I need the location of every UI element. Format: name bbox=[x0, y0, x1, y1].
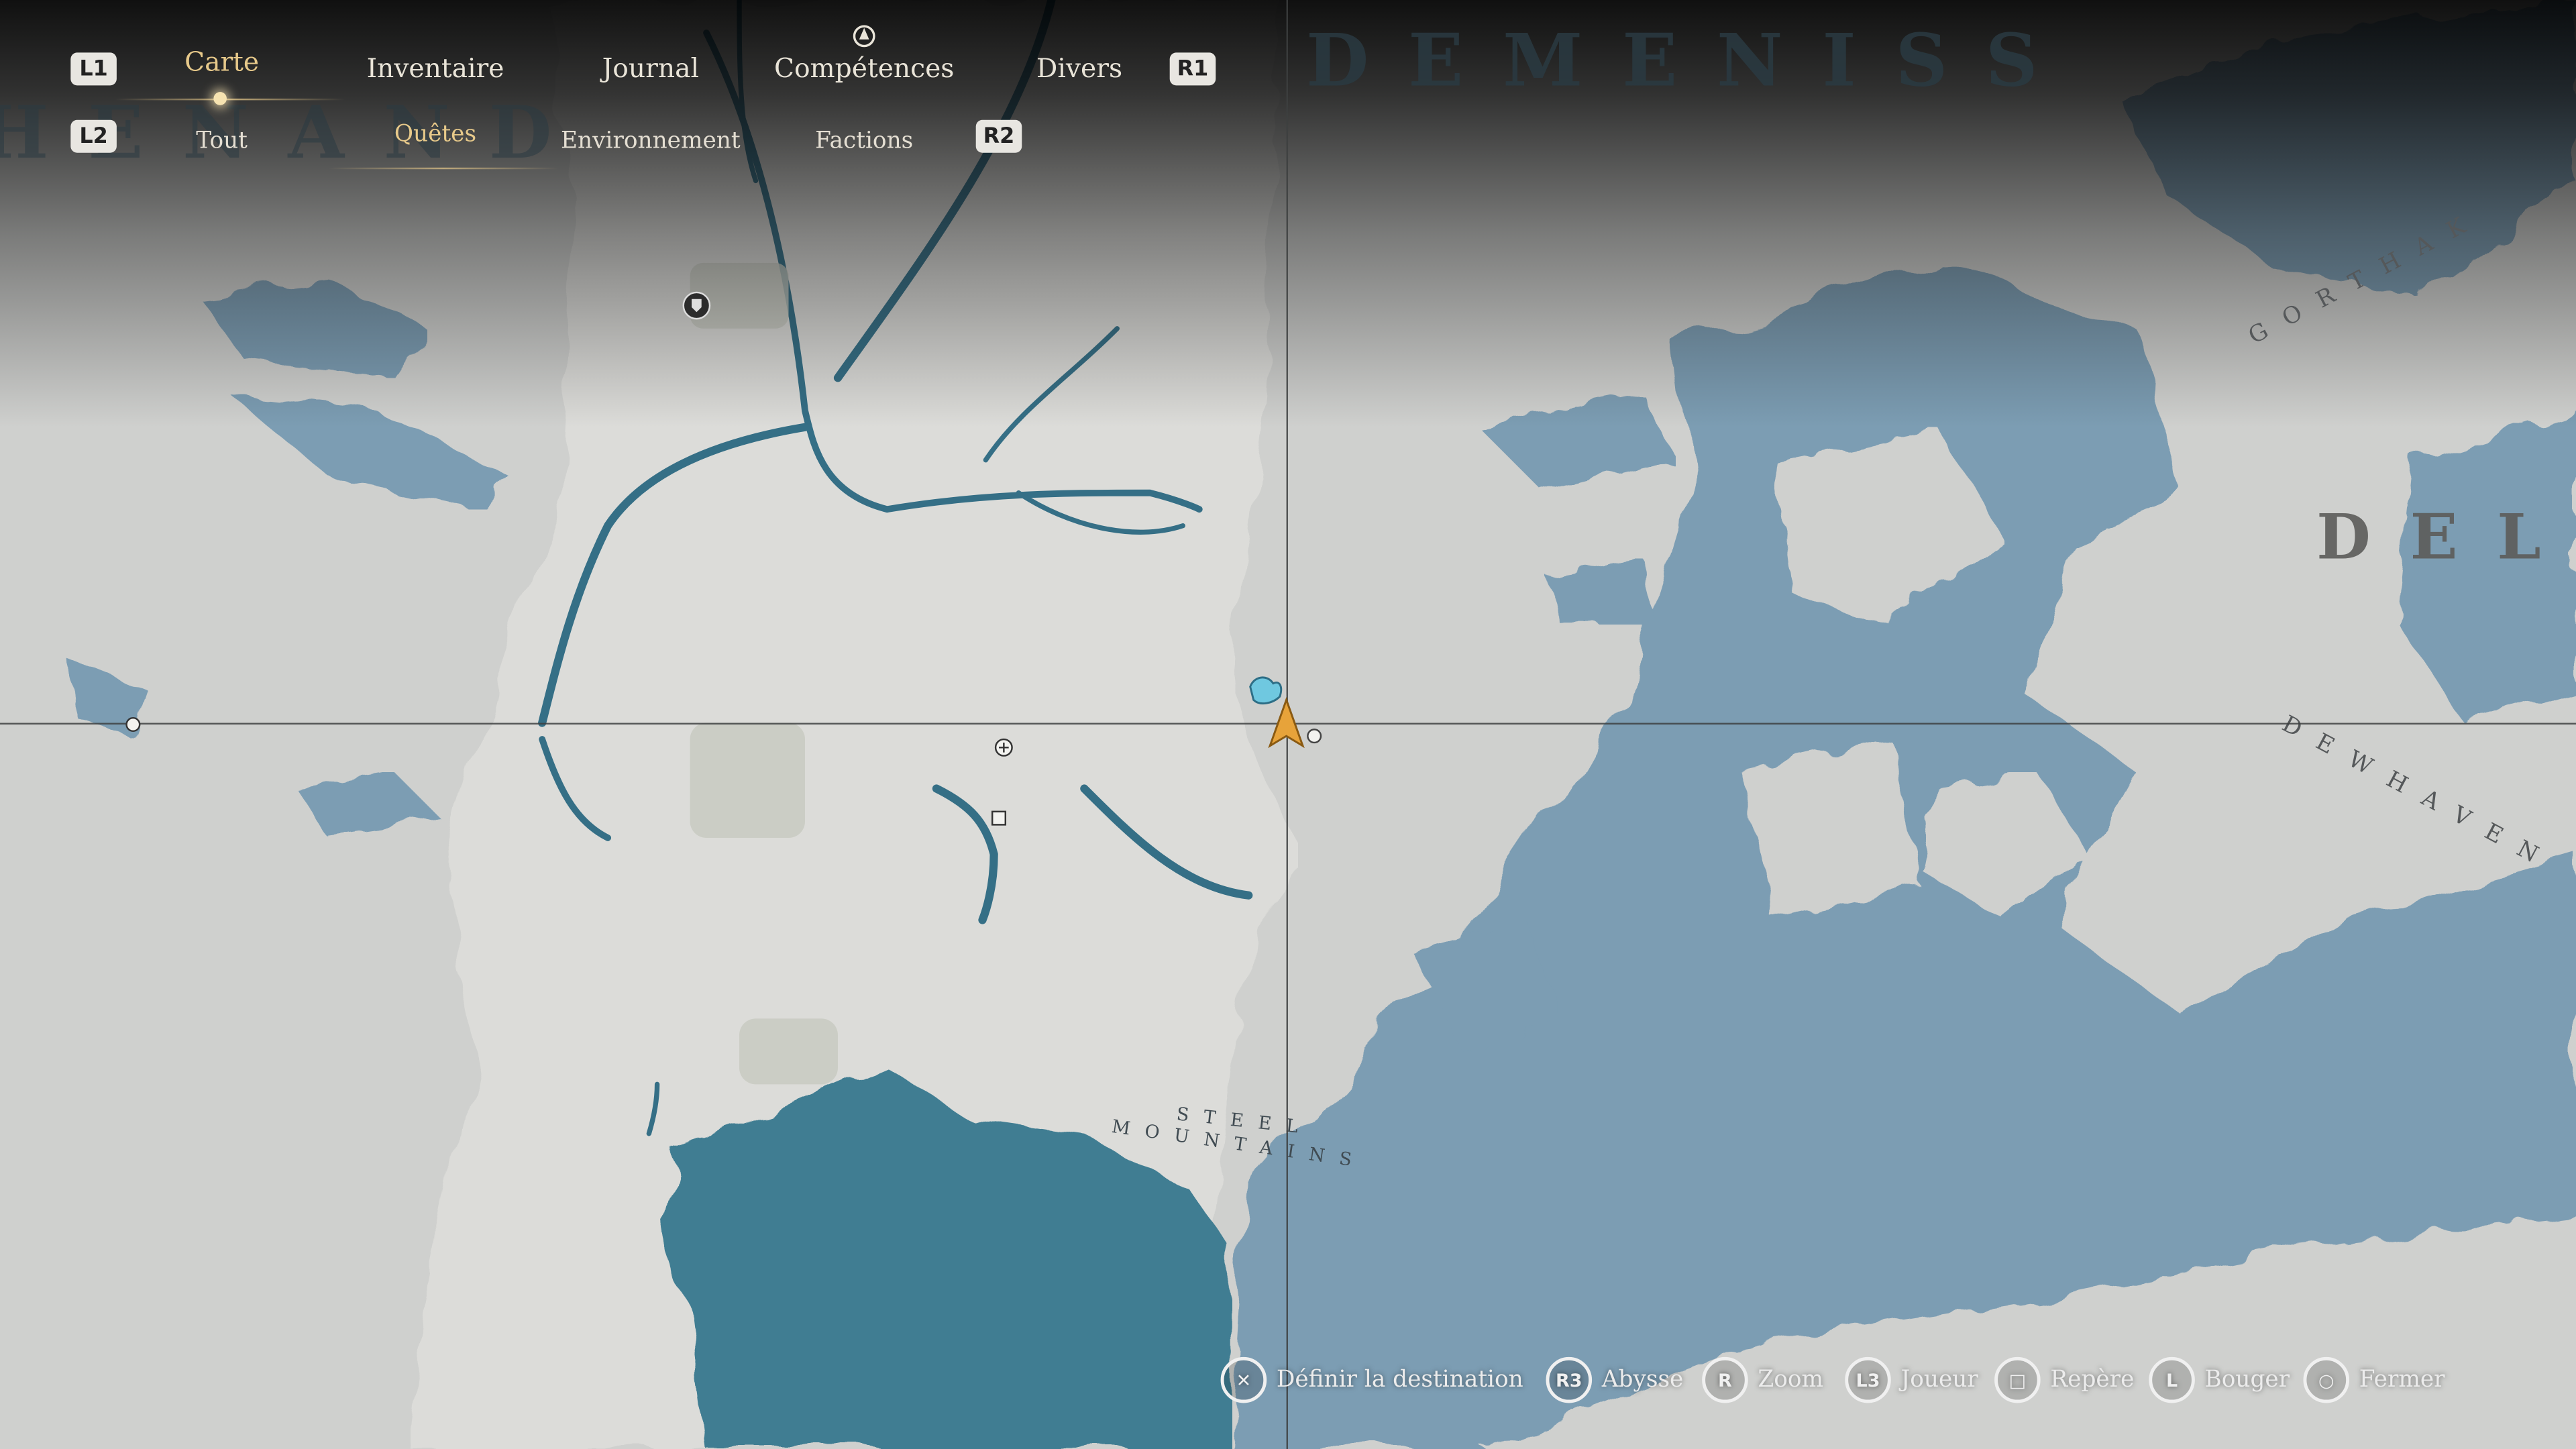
filter-tout[interactable]: Tout bbox=[196, 128, 248, 154]
filter-quetes[interactable]: Quêtes bbox=[394, 121, 476, 148]
hint-move[interactable]: L Bouger bbox=[2149, 1356, 2290, 1403]
hint-close[interactable]: ○ Fermer bbox=[2303, 1356, 2445, 1403]
map-poi-icon[interactable] bbox=[123, 714, 143, 734]
hint-label: Bouger bbox=[2204, 1366, 2290, 1393]
l2-button[interactable]: L2 bbox=[70, 119, 117, 153]
region-label-demeniss: DEMENISS bbox=[1305, 19, 2078, 104]
r-stick-icon: R bbox=[1702, 1356, 1748, 1403]
filter-environnement[interactable]: Environnement bbox=[561, 128, 741, 154]
hint-set-destination[interactable]: ✕ Définir la destination bbox=[1220, 1356, 1523, 1403]
player-marker[interactable] bbox=[1244, 674, 1342, 755]
region-label-del: DEL bbox=[2316, 499, 2576, 574]
town-shield-icon[interactable] bbox=[680, 289, 713, 322]
l3-icon: L3 bbox=[1845, 1356, 1891, 1403]
r1-button[interactable]: R1 bbox=[1169, 52, 1216, 86]
active-tab-indicator bbox=[213, 92, 227, 105]
map-screen: DEMENISS HENAND DEL GORTHAK DEWHAVEN STE… bbox=[0, 0, 2576, 1449]
filter-factions[interactable]: Factions bbox=[815, 128, 913, 154]
hint-label: Fermer bbox=[2359, 1366, 2445, 1393]
l-stick-icon: L bbox=[2149, 1356, 2195, 1403]
active-filter-underline bbox=[328, 167, 559, 170]
compass-icon bbox=[853, 25, 875, 48]
map-poi-icon[interactable] bbox=[989, 808, 1008, 828]
r3-icon: R3 bbox=[1546, 1356, 1593, 1403]
active-tab-underline bbox=[115, 98, 345, 101]
circle-icon: ○ bbox=[2303, 1356, 2350, 1403]
tab-inventaire[interactable]: Inventaire bbox=[367, 52, 504, 84]
hint-zoom[interactable]: R Zoom bbox=[1702, 1356, 1824, 1403]
quest-marker-icon bbox=[1249, 676, 1283, 705]
hint-abyss[interactable]: R3 Abysse bbox=[1546, 1356, 1684, 1403]
tab-divers[interactable]: Divers bbox=[1036, 52, 1122, 84]
hint-label: Zoom bbox=[1758, 1366, 1824, 1393]
hint-marker[interactable]: □ Repère bbox=[1994, 1356, 2135, 1403]
cross-icon: ✕ bbox=[1220, 1356, 1267, 1403]
hint-label: Abysse bbox=[1601, 1366, 1684, 1393]
hint-label: Repère bbox=[2050, 1366, 2135, 1393]
hint-player[interactable]: L3 Joueur bbox=[1845, 1356, 1978, 1403]
map-poi-icon[interactable] bbox=[992, 736, 1015, 759]
tab-competences[interactable]: Compétences bbox=[774, 52, 954, 84]
player-arrow-icon bbox=[1268, 696, 1305, 749]
square-icon: □ bbox=[1994, 1356, 2041, 1403]
l1-button[interactable]: L1 bbox=[70, 52, 117, 86]
r2-button[interactable]: R2 bbox=[975, 119, 1022, 153]
tab-journal[interactable]: Journal bbox=[602, 52, 699, 84]
hint-label: Joueur bbox=[1900, 1366, 1978, 1393]
tab-carte[interactable]: Carte bbox=[184, 46, 259, 78]
hint-label: Définir la destination bbox=[1276, 1366, 1523, 1393]
